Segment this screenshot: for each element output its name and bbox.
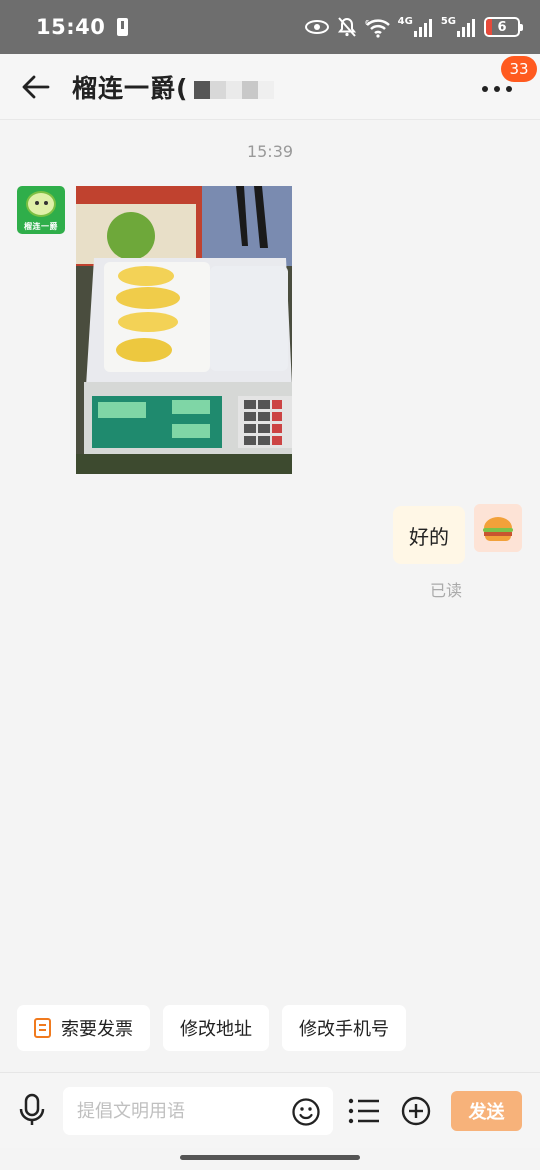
message-text: 好的 [409,524,449,549]
wifi-icon: 6 [365,18,390,38]
merchant-avatar[interactable]: 榴连一爵 [17,186,65,234]
bell-off-icon [337,17,356,37]
chip-label: 索要发票 [61,1019,133,1040]
alert-icon [117,18,129,36]
change-address-button[interactable]: 修改地址 [163,1005,269,1051]
signal-icon [457,17,475,37]
network-5g-label: 5G [440,16,456,27]
wifi-label: 6 [365,19,370,27]
battery-icon: 6 [484,17,523,37]
message-timestamp: 15:39 [246,142,294,161]
chat-title-text: 榴连一爵( [72,73,189,103]
unread-badge: 33 [501,56,537,82]
input-bar: 发送 [0,1072,540,1148]
photo-image [76,186,292,474]
battery-level: 6 [497,19,507,35]
merchant-brand-label: 榴连一爵 [24,222,58,231]
arrow-left-icon [22,75,50,98]
durian-on-scale-photo[interactable] [76,186,292,474]
mascot-eye [35,201,39,205]
home-indicator[interactable] [180,1155,360,1160]
emoji-icon [292,1098,320,1126]
user-avatar[interactable] [474,504,522,552]
chat-header: 榴连一爵( 33 [0,54,540,120]
chat-title: 榴连一爵( [72,69,275,105]
microphone-icon [19,1093,45,1125]
signal-icon [413,17,432,37]
read-receipt: 已读 [430,581,463,600]
send-button[interactable]: 发送 [451,1091,522,1131]
emoji-button[interactable] [291,1097,321,1127]
status-bar: 15:40 6 4G 5G 6 [0,0,540,54]
invoice-icon [34,1018,51,1038]
status-icons: 6 4G 5G 6 [304,17,523,38]
status-time: 15:40 [36,15,106,39]
durian-mascot-icon [26,191,56,217]
request-invoice-button[interactable]: 索要发票 [17,1005,150,1051]
change-phone-button[interactable]: 修改手机号 [282,1005,406,1051]
chip-label: 修改地址 [180,1019,252,1040]
mascot-eye [44,201,48,205]
message-bubble-right[interactable]: 好的 [393,506,465,564]
back-button[interactable] [0,54,72,120]
quick-actions: 索要发票 修改地址 修改手机号 [17,1005,406,1051]
burger-avatar-icon [474,504,522,552]
more-functions-button[interactable] [400,1095,432,1127]
menu-list-button[interactable] [348,1098,380,1124]
voice-input-button[interactable] [18,1093,46,1127]
network-4g-label: 4G [397,16,413,27]
signal-5g: 5G [441,17,475,37]
eye-icon [304,20,329,34]
redacted-name [194,80,275,99]
plus-circle-icon [401,1096,431,1126]
list-icon [348,1098,379,1124]
signal-4g: 4G [398,17,432,37]
chip-label: 修改手机号 [299,1019,389,1040]
